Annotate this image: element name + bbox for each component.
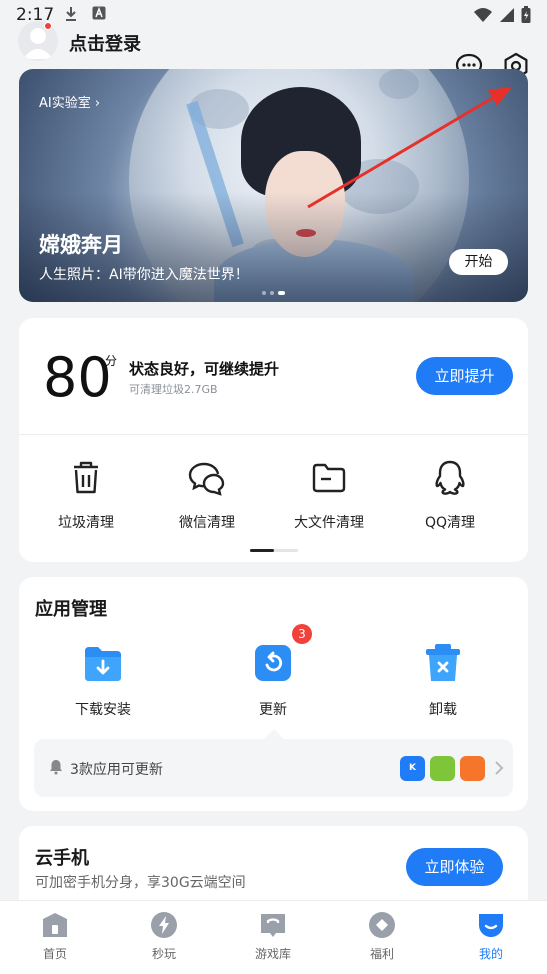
game-library-icon (261, 914, 285, 937)
nav-profile[interactable]: 我的 (451, 911, 531, 962)
uninstall-trash-icon (426, 644, 460, 681)
tool-qq-clean[interactable]: QQ清理 (395, 458, 505, 532)
download-install-button[interactable]: 下载安装 (48, 641, 158, 719)
orange-app-icon (460, 756, 485, 781)
score-unit: 分 (105, 354, 118, 368)
download-status-icon (66, 7, 76, 21)
update-notice-bar[interactable]: 3款应用可更新 K (34, 739, 513, 797)
download-folder-icon (85, 647, 121, 681)
tool-trash-clean[interactable]: 垃圾清理 (31, 458, 141, 532)
gift-diamond-icon (369, 912, 395, 938)
tool-large-file-clean[interactable]: 大文件清理 (274, 458, 384, 532)
nav-label: 福利 (369, 947, 394, 961)
green-app-icon (430, 756, 455, 781)
tool-wechat-clean[interactable]: 微信清理 (152, 458, 262, 532)
nav-game-library[interactable]: 游戏库 (233, 911, 313, 962)
score-card: 80 分 状态良好，可继续提升 可清理垃圾2.7GB 立即提升 垃圾清理 微信清… (19, 318, 528, 562)
banner-subtitle: 人生照片：AI带你进入魔法世界！ (39, 267, 249, 283)
profile-icon (479, 914, 503, 937)
update-notice-text: 3款应用可更新 (70, 762, 163, 778)
app-management-card: 应用管理 下载安装 更新 3 卸载 3款应用可更新 K (19, 577, 528, 811)
status-bar: 2:17 (0, 0, 547, 30)
nav-label: 首页 (42, 947, 67, 961)
banner-dot (270, 291, 274, 295)
nav-instant-play[interactable]: 秒玩 (124, 911, 204, 962)
wifi-icon (474, 8, 492, 22)
home-icon (43, 913, 67, 937)
nav-label: 我的 (478, 947, 503, 961)
health-score: 80 (43, 346, 112, 409)
chevron-right-icon (495, 761, 504, 775)
score-description: 可清理垃圾2.7GB (129, 383, 218, 396)
update-button[interactable]: 更新 (218, 641, 328, 719)
nav-label: 秒玩 (151, 947, 176, 961)
nav-home[interactable]: 首页 (15, 911, 95, 962)
tool-label: 垃圾清理 (58, 515, 114, 531)
app-item-label: 更新 (259, 702, 287, 718)
folder-icon (312, 463, 346, 493)
cloud-phone-title: 云手机 (35, 848, 89, 869)
app-item-label: 下载安装 (75, 702, 131, 718)
uninstall-button[interactable]: 卸载 (388, 641, 498, 719)
login-link[interactable]: 点击登录 (69, 30, 141, 56)
notification-dot (44, 22, 52, 30)
signal-icon (500, 8, 514, 22)
nav-welfare[interactable]: 福利 (342, 911, 422, 962)
app-item-label: 卸载 (429, 702, 457, 718)
wechat-icon (188, 462, 225, 496)
font-status-icon (92, 6, 106, 20)
ai-lab-link[interactable]: AI实验室 › (39, 92, 100, 111)
trash-icon (74, 461, 98, 494)
banner-page-dots (262, 291, 285, 295)
update-icon (255, 645, 291, 681)
lightning-icon (151, 912, 177, 938)
qq-penguin-icon (435, 460, 465, 495)
boost-button[interactable]: 立即提升 (416, 357, 513, 395)
banner-dot-active (278, 291, 285, 295)
tool-label: 大文件清理 (294, 515, 364, 531)
nav-label: 游戏库 (254, 947, 291, 961)
avatar[interactable] (18, 21, 58, 61)
cloud-phone-description: 可加密手机分身，享30G云端空间 (35, 875, 246, 891)
score-status: 状态良好，可继续提升 (129, 360, 280, 378)
update-count-badge: 3 (292, 624, 312, 644)
banner-start-button[interactable]: 开始 (449, 249, 508, 275)
try-now-button[interactable]: 立即体验 (406, 848, 503, 886)
tool-label: QQ清理 (424, 515, 476, 531)
battery-icon (521, 6, 531, 23)
banner-dot (262, 291, 266, 295)
bottom-navigation: 首页 秒玩 游戏库 福利 我的 (0, 900, 547, 974)
avatar-placeholder-icon (23, 28, 53, 59)
tools-page-indicator (250, 549, 298, 552)
divider (19, 434, 528, 435)
app-management-title: 应用管理 (35, 599, 107, 620)
kuwo-app-icon: K (400, 756, 425, 781)
bell-icon (50, 760, 62, 775)
banner-carousel[interactable]: AI实验室 › 嫦娥奔月 人生照片：AI带你进入魔法世界！ 开始 (19, 69, 528, 302)
banner-title: 嫦娥奔月 (39, 233, 123, 257)
tool-label: 微信清理 (179, 515, 235, 531)
